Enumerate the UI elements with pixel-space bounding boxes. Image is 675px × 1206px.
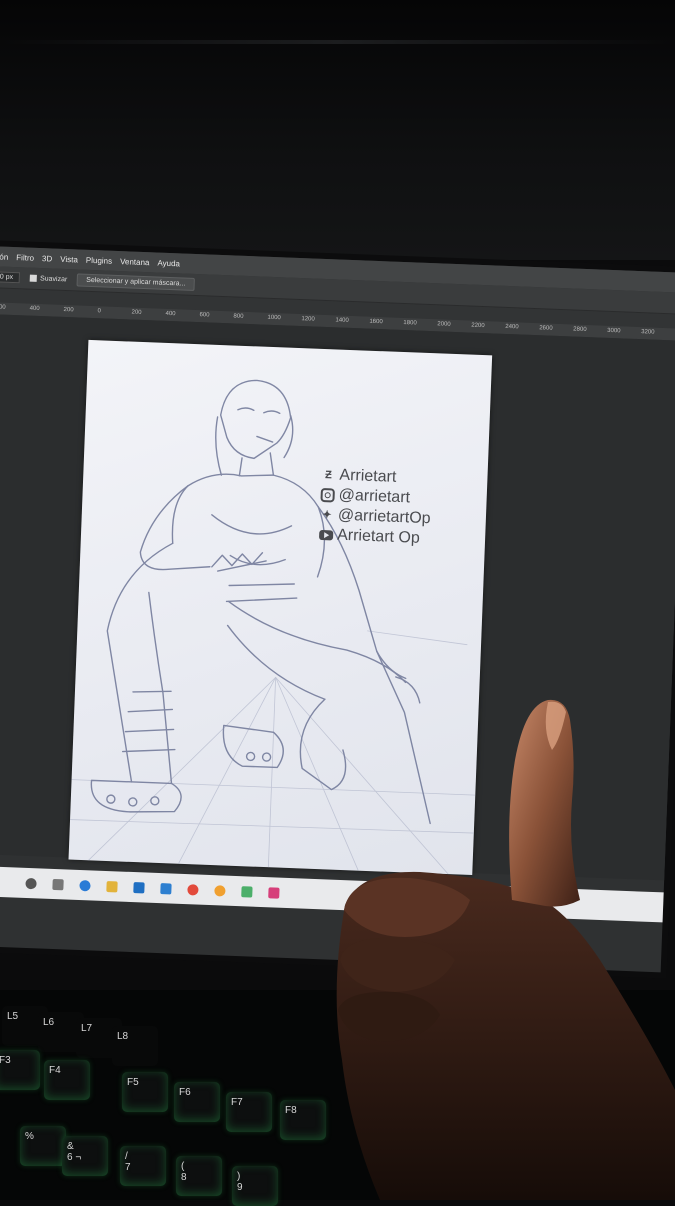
key-7[interactable]: / 7 (120, 1146, 166, 1186)
deviantart-handle: Arrietart (339, 466, 397, 486)
ruler-tick-label: 1000 (267, 314, 281, 322)
app-icon-2[interactable] (268, 886, 280, 899)
chrome-icon[interactable] (187, 883, 199, 896)
feather-size-field[interactable]: 0 px (0, 271, 21, 284)
app-icon[interactable] (241, 885, 253, 898)
backlit-keyboard: L5 L6 L7 L8 F3 F4 F5 F6 F7 F8 % & 6 ¬ / … (0, 990, 675, 1206)
sketch-artboard: Ƶ Arrietart @arrietart ✦ @arrietartOp Arri… (68, 339, 493, 876)
menu-item-view[interactable]: Vista (60, 254, 78, 264)
chrome-canary-icon[interactable] (214, 884, 226, 897)
twitter-bird-icon: ✦ (322, 509, 332, 522)
file-explorer-icon[interactable] (106, 880, 118, 892)
task-view-icon[interactable] (52, 878, 64, 890)
ruler-tick-label: 1400 (335, 317, 349, 324)
monitor-screen: ción Filtro 3D Vista Plugins Ventana Ayu… (0, 246, 675, 973)
ruler-tick-label: 0 (97, 308, 102, 315)
menu-item-3d[interactable]: 3D (42, 254, 53, 263)
smooth-label: Suavizar (39, 275, 68, 284)
select-and-mask-button[interactable]: Seleccionar y aplicar máscara... (76, 273, 195, 291)
key-9[interactable]: ) 9 (232, 1166, 278, 1206)
instagram-handle: @arrietart (338, 486, 411, 507)
key-label: F6 (179, 1087, 191, 1098)
ruler-tick-label: 600 (0, 304, 6, 311)
ruler-tick-label: 800 (233, 313, 244, 320)
ruler-tick-label: 1600 (369, 318, 383, 326)
canvas-workspace: Ƶ Arrietart @arrietart ✦ @arrietartOp Arri… (0, 313, 675, 881)
key-6[interactable]: & 6 ¬ (62, 1136, 108, 1176)
key-label: % (25, 1131, 34, 1142)
ruler-tick-label: 400 (29, 305, 40, 313)
key-f8[interactable]: F8 (280, 1100, 326, 1140)
ruler-tick-label: 2600 (539, 325, 553, 332)
key-label: F7 (231, 1097, 243, 1108)
ruler-tick-label: 2800 (573, 326, 587, 334)
key-label: ) 9 (237, 1171, 243, 1193)
store-icon[interactable] (133, 881, 145, 893)
close-tab-icon[interactable]: × (0, 290, 2, 300)
key-f5[interactable]: F5 (122, 1072, 168, 1112)
key-f6[interactable]: F6 (174, 1082, 220, 1122)
edge-browser-icon[interactable] (79, 879, 91, 891)
key-label: F8 (285, 1105, 297, 1116)
ruler-tick-label: 400 (165, 310, 176, 318)
youtube-row: Arrietart Op (318, 525, 430, 549)
youtube-icon (318, 529, 334, 541)
key-label: F4 (49, 1065, 61, 1076)
key-f7[interactable]: F7 (226, 1092, 272, 1132)
ruler-tick-label: 1200 (301, 316, 315, 323)
ruler-tick-label: 3200 (641, 329, 655, 336)
instagram-icon (320, 487, 335, 503)
key-5[interactable]: % (20, 1126, 66, 1166)
menu-item-help[interactable]: Ayuda (157, 258, 180, 268)
key-label: L6 (43, 1017, 55, 1028)
ruler-tick-label: 2200 (471, 322, 485, 330)
ruler-tick-label: 2400 (505, 323, 519, 331)
social-watermark: Ƶ Arrietart @arrietart ✦ @arrietartOp Arri… (318, 465, 433, 549)
key-label: L7 (81, 1023, 93, 1034)
youtube-handle: Arrietart Op (336, 526, 421, 547)
key-label: & 6 ¬ (67, 1141, 82, 1163)
character-sketch (69, 379, 476, 875)
menu-item-selection[interactable]: ción (0, 252, 8, 262)
key-label: F3 (0, 1055, 11, 1066)
key-label: L8 (117, 1031, 129, 1042)
key-l8[interactable]: L8 (112, 1026, 158, 1066)
key-f4[interactable]: F4 (44, 1060, 90, 1100)
smooth-checkbox[interactable]: Suavizar (29, 274, 68, 284)
ruler-tick-label: 2000 (437, 321, 451, 328)
dark-room-background (0, 0, 675, 260)
ruler-tick-label: 200 (131, 309, 142, 316)
deviantart-icon: Ƶ (324, 469, 333, 482)
mail-icon[interactable] (160, 882, 172, 895)
key-f3[interactable]: F3 (0, 1050, 40, 1090)
ruler-tick-label: 3000 (607, 327, 621, 335)
menu-item-window[interactable]: Ventana (120, 257, 150, 267)
menu-item-plugins[interactable]: Plugins (86, 255, 113, 265)
check-icon (29, 274, 38, 282)
ruler-tick-label: 1800 (403, 320, 417, 327)
key-8[interactable]: ( 8 (176, 1156, 222, 1196)
ruler-tick-label: 600 (199, 312, 210, 319)
search-icon[interactable] (25, 877, 37, 889)
menu-item-filter[interactable]: Filtro (16, 253, 34, 263)
key-label: F5 (127, 1077, 139, 1088)
key-label: / 7 (125, 1151, 131, 1173)
key-label: L5 (7, 1011, 19, 1022)
ruler-tick-label: 200 (63, 306, 74, 314)
key-label: ( 8 (181, 1161, 187, 1183)
